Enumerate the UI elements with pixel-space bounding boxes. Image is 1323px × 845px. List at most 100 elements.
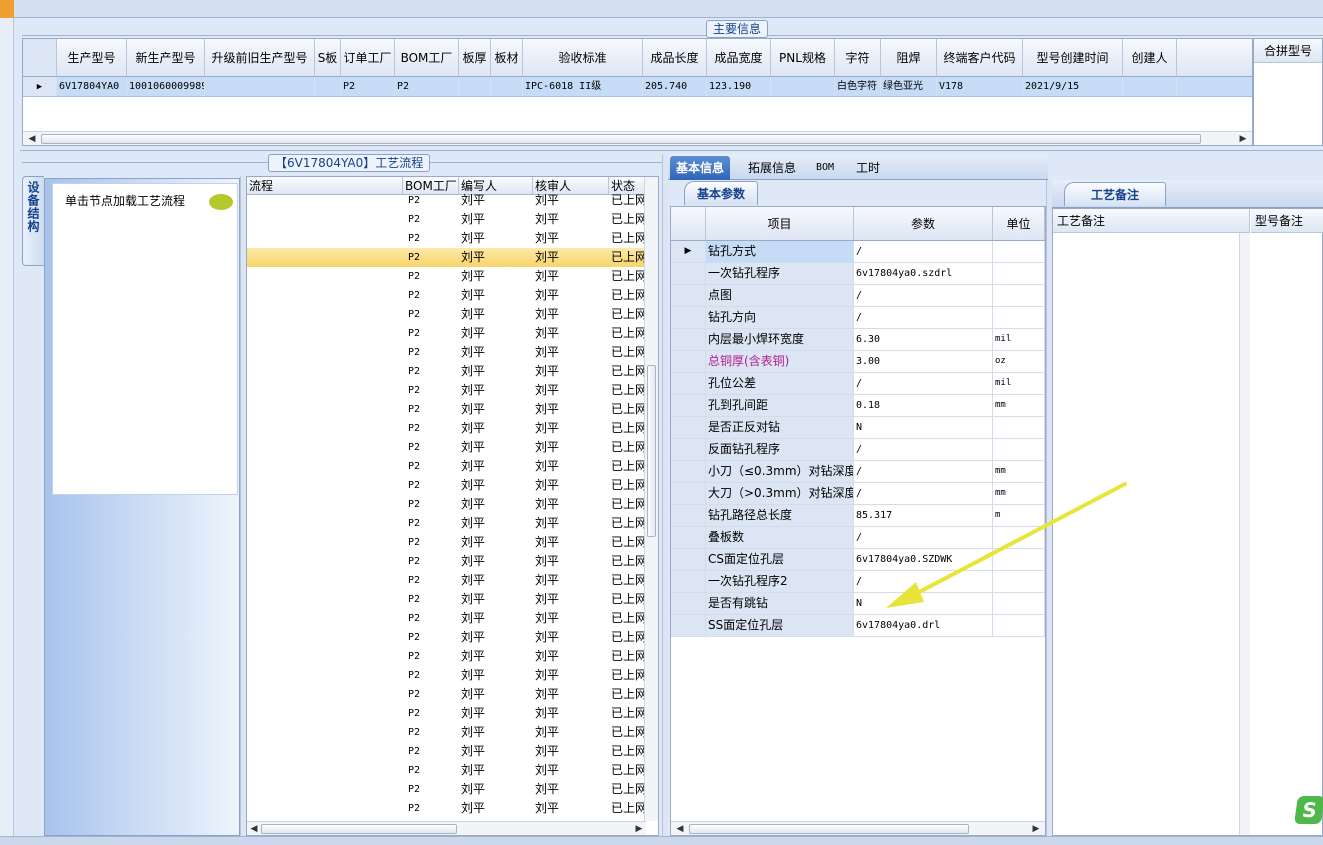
process-tree-row[interactable]: 除胶2P2刘平刘平已上网	[247, 210, 658, 229]
param-value[interactable]: /	[854, 241, 993, 262]
main-col-header[interactable]: 订单工厂	[341, 39, 395, 76]
param-row[interactable]: 点图 /	[671, 285, 1045, 307]
main-horizontal-scrollbar[interactable]: ◀ ▶	[23, 131, 1252, 145]
process-tree-row[interactable]: 钻孔1P2刘平刘平已上网	[247, 723, 658, 742]
main-col-header[interactable]: 阻焊	[881, 39, 937, 76]
process-tree-row[interactable]: 退膜P2刘平刘平已上网	[247, 533, 658, 552]
process-tree-row[interactable]: −树脂塞孔P2刘平刘平已上网	[247, 552, 658, 571]
process-tree-row[interactable]: 贴膜P2刘平刘平已上网	[247, 419, 658, 438]
process-vertical-scrollbar[interactable]	[644, 177, 658, 821]
main-cell[interactable]	[491, 77, 523, 96]
scroll-thumb[interactable]	[261, 824, 457, 834]
process-tree-row[interactable]: 烘板1P2刘平刘平已上网	[247, 780, 658, 799]
param-row[interactable]: 孔到孔间距 0.18 mm	[671, 395, 1045, 417]
process-tree-row[interactable]: −电镀P2刘平刘平已上网	[247, 343, 658, 362]
model-notes-field[interactable]	[1253, 237, 1321, 833]
tab-extended-info[interactable]: 拓展信息	[742, 156, 802, 180]
main-cell[interactable]	[315, 77, 341, 96]
main-col-header[interactable]: 验收标准	[523, 39, 643, 76]
main-cell[interactable]: P2	[341, 77, 395, 96]
main-col-header[interactable]: 型号创建时间	[1023, 39, 1123, 76]
param-row[interactable]: 总铜厚(含表铜) 3.00 oz	[671, 351, 1045, 373]
process-tree-row[interactable]: −外层蚀刻P2刘平刘平已上网	[247, 514, 658, 533]
process-tree-row[interactable]: 外层前处理P2刘平刘平已上网	[247, 400, 658, 419]
tab-process-notes[interactable]: 工艺备注	[1064, 182, 1167, 206]
scroll-thumb[interactable]	[647, 365, 656, 537]
param-row[interactable]: 孔位公差 / mil	[671, 373, 1045, 395]
process-horizontal-scrollbar[interactable]: ◀ ▶	[247, 821, 646, 835]
main-col-header[interactable]: 板材	[491, 39, 523, 76]
main-col-header[interactable]: 成品长度	[643, 39, 707, 76]
main-cell[interactable]: 2021/9/15	[1023, 77, 1123, 96]
process-tree-row[interactable]: −沉铜P2刘平刘平已上网	[247, 267, 658, 286]
param-value[interactable]: 6v17804ya0.szdrl	[854, 263, 993, 284]
param-row[interactable]: 内层最小焊环宽度 6.30 mil	[671, 329, 1045, 351]
notes-vertical-scrollbar[interactable]	[1239, 233, 1250, 835]
params-horizontal-scrollbar[interactable]: ◀ ▶	[671, 821, 1045, 835]
param-row[interactable]: 钻孔方向 /	[671, 307, 1045, 329]
main-cell[interactable]	[459, 77, 491, 96]
splitter-middle[interactable]	[662, 154, 668, 836]
main-col-header[interactable]: PNL规格	[771, 39, 835, 76]
scroll-left-icon[interactable]: ◀	[247, 822, 261, 835]
param-row[interactable]: ▶ 钻孔方式 /	[671, 241, 1045, 263]
main-cell[interactable]: 6V17804YA0	[57, 77, 127, 96]
process-tree-row[interactable]: −钻孔1P2刘平刘平已上网	[247, 704, 658, 723]
main-cell[interactable]: 205.740	[643, 77, 707, 96]
tab-equipment-structure[interactable]: 设备结构	[22, 176, 44, 266]
param-value[interactable]: 6v17804ya0.drl	[854, 615, 993, 636]
param-row[interactable]: 一次钻孔程序 6v17804ya0.szdrl	[671, 263, 1045, 285]
process-tree-row[interactable]: 镀孔P2刘平刘平已上网	[247, 495, 658, 514]
main-cell[interactable]: 10010600099891	[127, 77, 205, 96]
col-unit[interactable]: 单位	[993, 207, 1045, 240]
main-col-header[interactable]: 板厚	[459, 39, 491, 76]
scroll-right-icon[interactable]: ▶	[632, 822, 646, 835]
scroll-left-icon[interactable]: ◀	[673, 822, 687, 835]
main-cell[interactable]	[1123, 77, 1177, 96]
tab-basic-info[interactable]: 基本信息	[670, 156, 731, 180]
col-value[interactable]: 参数	[854, 207, 993, 240]
main-cell[interactable]: P2	[395, 77, 459, 96]
scroll-thumb[interactable]	[41, 134, 1201, 144]
process-tree-row[interactable]: X-Ray冲孔1P2刘平刘平已上网	[247, 685, 658, 704]
param-value[interactable]: /	[854, 373, 993, 394]
param-value[interactable]: 3.00	[854, 351, 993, 372]
main-col-header[interactable]: 字符	[835, 39, 881, 76]
param-row[interactable]: SS面定位孔层 6v17804ya0.drl	[671, 615, 1045, 637]
scroll-right-icon[interactable]: ▶	[1029, 822, 1043, 835]
main-col-header[interactable]: 生产型号	[57, 39, 127, 76]
process-tree-row[interactable]: −钻孔P2刘平刘平已上网	[247, 229, 658, 248]
main-col-header[interactable]: 新生产型号	[127, 39, 205, 76]
param-value[interactable]: /	[854, 285, 993, 306]
param-value[interactable]: /	[854, 439, 993, 460]
param-row[interactable]: 是否正反对钻 N	[671, 417, 1045, 439]
process-tree-row[interactable]: 沉铜1P2刘平刘平已上网	[247, 799, 658, 818]
param-value[interactable]: /	[854, 307, 993, 328]
process-tree-row[interactable]: −沉铜1P2刘平刘平已上网	[247, 742, 658, 761]
process-tree-row[interactable]: 烘板P2刘平刘平已上网	[247, 305, 658, 324]
process-tree-row[interactable]: 陶瓷磨板P2刘平刘平已上网	[247, 647, 658, 666]
main-col-header[interactable]: 终端客户代码	[937, 39, 1023, 76]
process-tree-row[interactable]: 显影P2刘平刘平已上网	[247, 457, 658, 476]
tab-bom[interactable]: BOM	[810, 156, 840, 180]
scroll-right-icon[interactable]: ▶	[1236, 132, 1250, 145]
scroll-thumb[interactable]	[689, 824, 969, 834]
process-tree-row[interactable]: −沉铜2P2刘平刘平已上网	[247, 191, 658, 210]
main-cell[interactable]: 绿色亚光	[881, 77, 937, 96]
col-item[interactable]: 项目	[706, 207, 854, 240]
main-col-header[interactable]: BOM工厂	[395, 39, 459, 76]
param-value[interactable]: 6.30	[854, 329, 993, 350]
process-tree-row[interactable]: 曝光P2刘平刘平已上网	[247, 438, 658, 457]
process-tree-row[interactable]: 去毛刺P2刘平刘平已上网	[247, 286, 658, 305]
process-tree-row[interactable]: 阻焊前处理P2刘平刘平已上网	[247, 571, 658, 590]
main-cell[interactable]: V178	[937, 77, 1023, 96]
process-tree-row[interactable]: 板镀P2刘平刘平已上网	[247, 362, 658, 381]
process-tree-row[interactable]: −陶瓷磨板P2刘平刘平已上网	[247, 628, 658, 647]
process-tree-row[interactable]: 树脂塞孔P2刘平刘平已上网	[247, 590, 658, 609]
process-tree-row[interactable]: 去毛刺1P2刘平刘平已上网	[247, 761, 658, 780]
process-tree-row[interactable]: 沉铜P2刘平刘平已上网	[247, 324, 658, 343]
param-row[interactable]: 反面钻孔程序 /	[671, 439, 1045, 461]
process-tree-row[interactable]: −图形电镀P2刘平刘平已上网	[247, 476, 658, 495]
tab-work-hours[interactable]: 工时	[850, 156, 886, 180]
main-cell[interactable]: IPC-6018 II级	[523, 77, 643, 96]
